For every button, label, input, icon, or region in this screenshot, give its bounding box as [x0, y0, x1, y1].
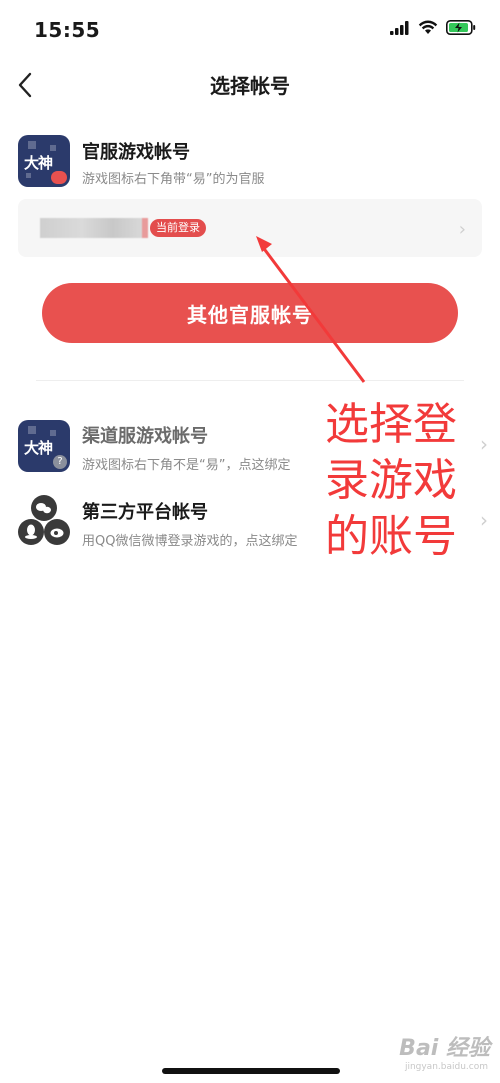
annotation-line: 的账号 [325, 511, 457, 562]
watermark: Bai 经验 [399, 1036, 490, 1061]
home-indicator [162, 1068, 340, 1074]
annotation-text: 选择登 录游戏 的账号 [325, 397, 465, 565]
watermark-sub: jingyan.baidu.com [404, 1062, 488, 1072]
annotation-line: 录游戏 [325, 455, 457, 506]
annotation-line: 选择登 [325, 399, 457, 450]
